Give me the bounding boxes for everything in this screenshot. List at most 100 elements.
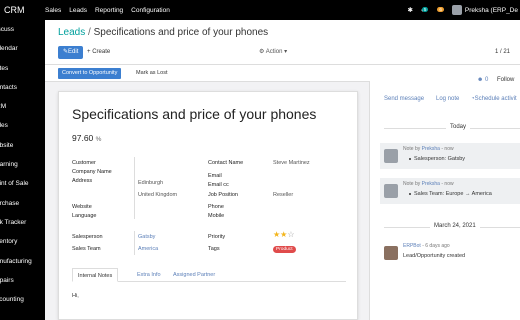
- label-sales-team: Sales Team: [72, 246, 101, 252]
- message-time: - 6 days ago: [422, 243, 450, 249]
- control-panel: Leads / Specifications and price of your…: [45, 20, 520, 65]
- apps-sidebar: iscuss alendar otes ontacts RM ales ebsi…: [0, 20, 45, 320]
- tab-extra-info[interactable]: Extra Info: [132, 268, 166, 282]
- message-author[interactable]: ERPBot: [403, 243, 421, 249]
- label-job-position: Job Position: [208, 192, 238, 198]
- top-menu: Sales Leads Reporting Configuration: [45, 7, 170, 14]
- sidebar-item-point-of-sale[interactable]: oint of Sale: [0, 174, 45, 193]
- sidebar-item-inventory[interactable]: ventory: [0, 232, 45, 251]
- caret-down-icon: ▾: [284, 49, 288, 55]
- breadcrumb-separator: /: [88, 27, 91, 38]
- date-divider-label: March 24, 2021: [430, 223, 480, 229]
- user-menu[interactable]: Preksha (ERP_De: [451, 5, 518, 15]
- sidebar-item-manufacturing[interactable]: anufacturing: [0, 252, 45, 271]
- followers-button[interactable]: ☻ 0: [477, 77, 488, 83]
- user-name: Preksha (ERP_De: [464, 6, 518, 14]
- label-priority: Priority: [208, 234, 226, 240]
- chatter-message: Note by Preksha - now Salesperson: Gatsb…: [380, 143, 520, 169]
- message-body-text: Lead/Opportunity created: [403, 253, 466, 259]
- sidebar-item-sales[interactable]: ales: [0, 116, 45, 135]
- top-navbar: CRM Sales Leads Reporting Configuration …: [0, 0, 520, 20]
- schedule-activity-button[interactable]: ◔Schedule activit: [471, 96, 517, 102]
- chatter-message: ERPBot - 6 days ago Lead/Opportunity cre…: [380, 240, 520, 266]
- create-label: Create: [92, 49, 111, 55]
- tab-internal-notes[interactable]: Internal Notes: [72, 268, 119, 282]
- pager[interactable]: 1 / 21: [495, 46, 510, 59]
- job-position-value[interactable]: Reseller: [273, 192, 293, 198]
- sidebar-item-discuss[interactable]: iscuss: [0, 20, 45, 39]
- schedule-activity-label: Schedule activit: [474, 96, 517, 102]
- message-time: - now: [441, 181, 454, 187]
- message-body-text: Salesperson: Gatsby: [414, 156, 466, 162]
- edit-label: Edit: [68, 49, 79, 55]
- breadcrumb-current: Specifications and price of your phones: [93, 27, 269, 38]
- follower-count: 0: [485, 77, 489, 83]
- sidebar-item-website[interactable]: ebsite: [0, 136, 45, 155]
- form-area: Convert to Opportunity Mark as Lost Spec…: [45, 65, 370, 320]
- menu-leads[interactable]: Leads: [69, 7, 87, 14]
- breadcrumb-leads[interactable]: Leads: [58, 27, 85, 38]
- menu-reporting[interactable]: Reporting: [95, 7, 123, 14]
- activity-menu[interactable]: ◔6: [436, 6, 444, 14]
- message-header: Note by Preksha - now: [403, 146, 454, 152]
- sidebar-item-elearning[interactable]: earning: [0, 155, 45, 174]
- tag-badge[interactable]: Product: [273, 246, 296, 253]
- tab-assigned-partner[interactable]: Assigned Partner: [168, 268, 220, 282]
- message-author[interactable]: Preksha: [422, 146, 440, 152]
- label-customer: Customer: [72, 160, 96, 166]
- action-dropdown[interactable]: ⚙ Action ▾: [259, 46, 287, 59]
- sidebar-item-calendar[interactable]: alendar: [0, 39, 45, 58]
- sidebar-item-accounting[interactable]: ccounting: [0, 290, 45, 309]
- menu-configuration[interactable]: Configuration: [131, 7, 170, 14]
- menu-sales[interactable]: Sales: [45, 7, 61, 14]
- sidebar-item-link-tracker[interactable]: nk Tracker: [0, 213, 45, 232]
- gear-icon: ⚙: [259, 49, 265, 55]
- sidebar-item-contacts[interactable]: ontacts: [0, 78, 45, 97]
- breadcrumb: Leads / Specifications and price of your…: [58, 27, 268, 38]
- follow-button[interactable]: Follow: [497, 77, 514, 83]
- sidebar-item-notes[interactable]: otes: [0, 59, 45, 78]
- mark-as-lost-button[interactable]: Mark as Lost: [132, 68, 171, 79]
- contact-name-value[interactable]: Steve Martinez: [273, 160, 310, 166]
- label-language: Language: [72, 213, 97, 219]
- lead-title[interactable]: Specifications and price of your phones: [72, 106, 316, 122]
- sidebar-item-crm[interactable]: RM: [0, 97, 45, 116]
- sidebar-item-repairs[interactable]: epairs: [0, 271, 45, 290]
- label-website: Website: [72, 204, 92, 210]
- bullet-icon: [409, 192, 411, 195]
- messaging-menu[interactable]: ●5: [421, 6, 429, 14]
- edit-button[interactable]: ✎Edit: [58, 46, 84, 59]
- label-phone: Phone: [208, 204, 224, 210]
- sidebar-item-purchase[interactable]: urchase: [0, 194, 45, 213]
- author-avatar: [384, 246, 398, 260]
- message-prefix: Note by: [403, 181, 421, 187]
- message-author[interactable]: Preksha: [422, 181, 440, 187]
- message-header: Note by Preksha - now: [403, 181, 454, 187]
- form-sheet: Specifications and price of your phones …: [58, 91, 358, 320]
- sales-team-value[interactable]: America: [138, 246, 158, 252]
- send-message-button[interactable]: Send message: [384, 96, 424, 102]
- chatter: ☻ 0 Follow Send message Log note ◔Schedu…: [370, 65, 520, 320]
- message-body-text: Sales Team: Europe → America: [414, 191, 492, 197]
- action-label: Action: [265, 49, 283, 55]
- convert-to-opportunity-button[interactable]: Convert to Opportunity: [58, 68, 122, 79]
- address-city[interactable]: Edinburgh: [138, 180, 163, 186]
- plus-icon: +: [87, 49, 91, 55]
- bug-icon[interactable]: ✱: [408, 6, 413, 14]
- label-email: Email: [208, 173, 222, 179]
- label-tags: Tags: [208, 246, 220, 252]
- probability[interactable]: 97.60 %: [72, 133, 101, 143]
- app-title[interactable]: CRM: [0, 5, 45, 15]
- salesperson-value[interactable]: Gatsby: [138, 234, 155, 240]
- address-country[interactable]: United Kingdom: [138, 192, 177, 198]
- log-note-button[interactable]: Log note: [436, 96, 459, 102]
- status-bar: Convert to Opportunity Mark as Lost: [45, 65, 370, 82]
- internal-notes-text[interactable]: Hi,: [72, 293, 79, 299]
- priority-stars[interactable]: ★★☆: [273, 231, 295, 239]
- column-divider-2: [134, 231, 135, 255]
- user-avatar: [451, 5, 462, 15]
- label-email-cc: Email cc: [208, 182, 229, 188]
- message-body: Salesperson: Gatsby: [409, 156, 465, 162]
- star-outline-icon[interactable]: ☆: [287, 230, 294, 239]
- create-button[interactable]: + Create: [87, 46, 110, 59]
